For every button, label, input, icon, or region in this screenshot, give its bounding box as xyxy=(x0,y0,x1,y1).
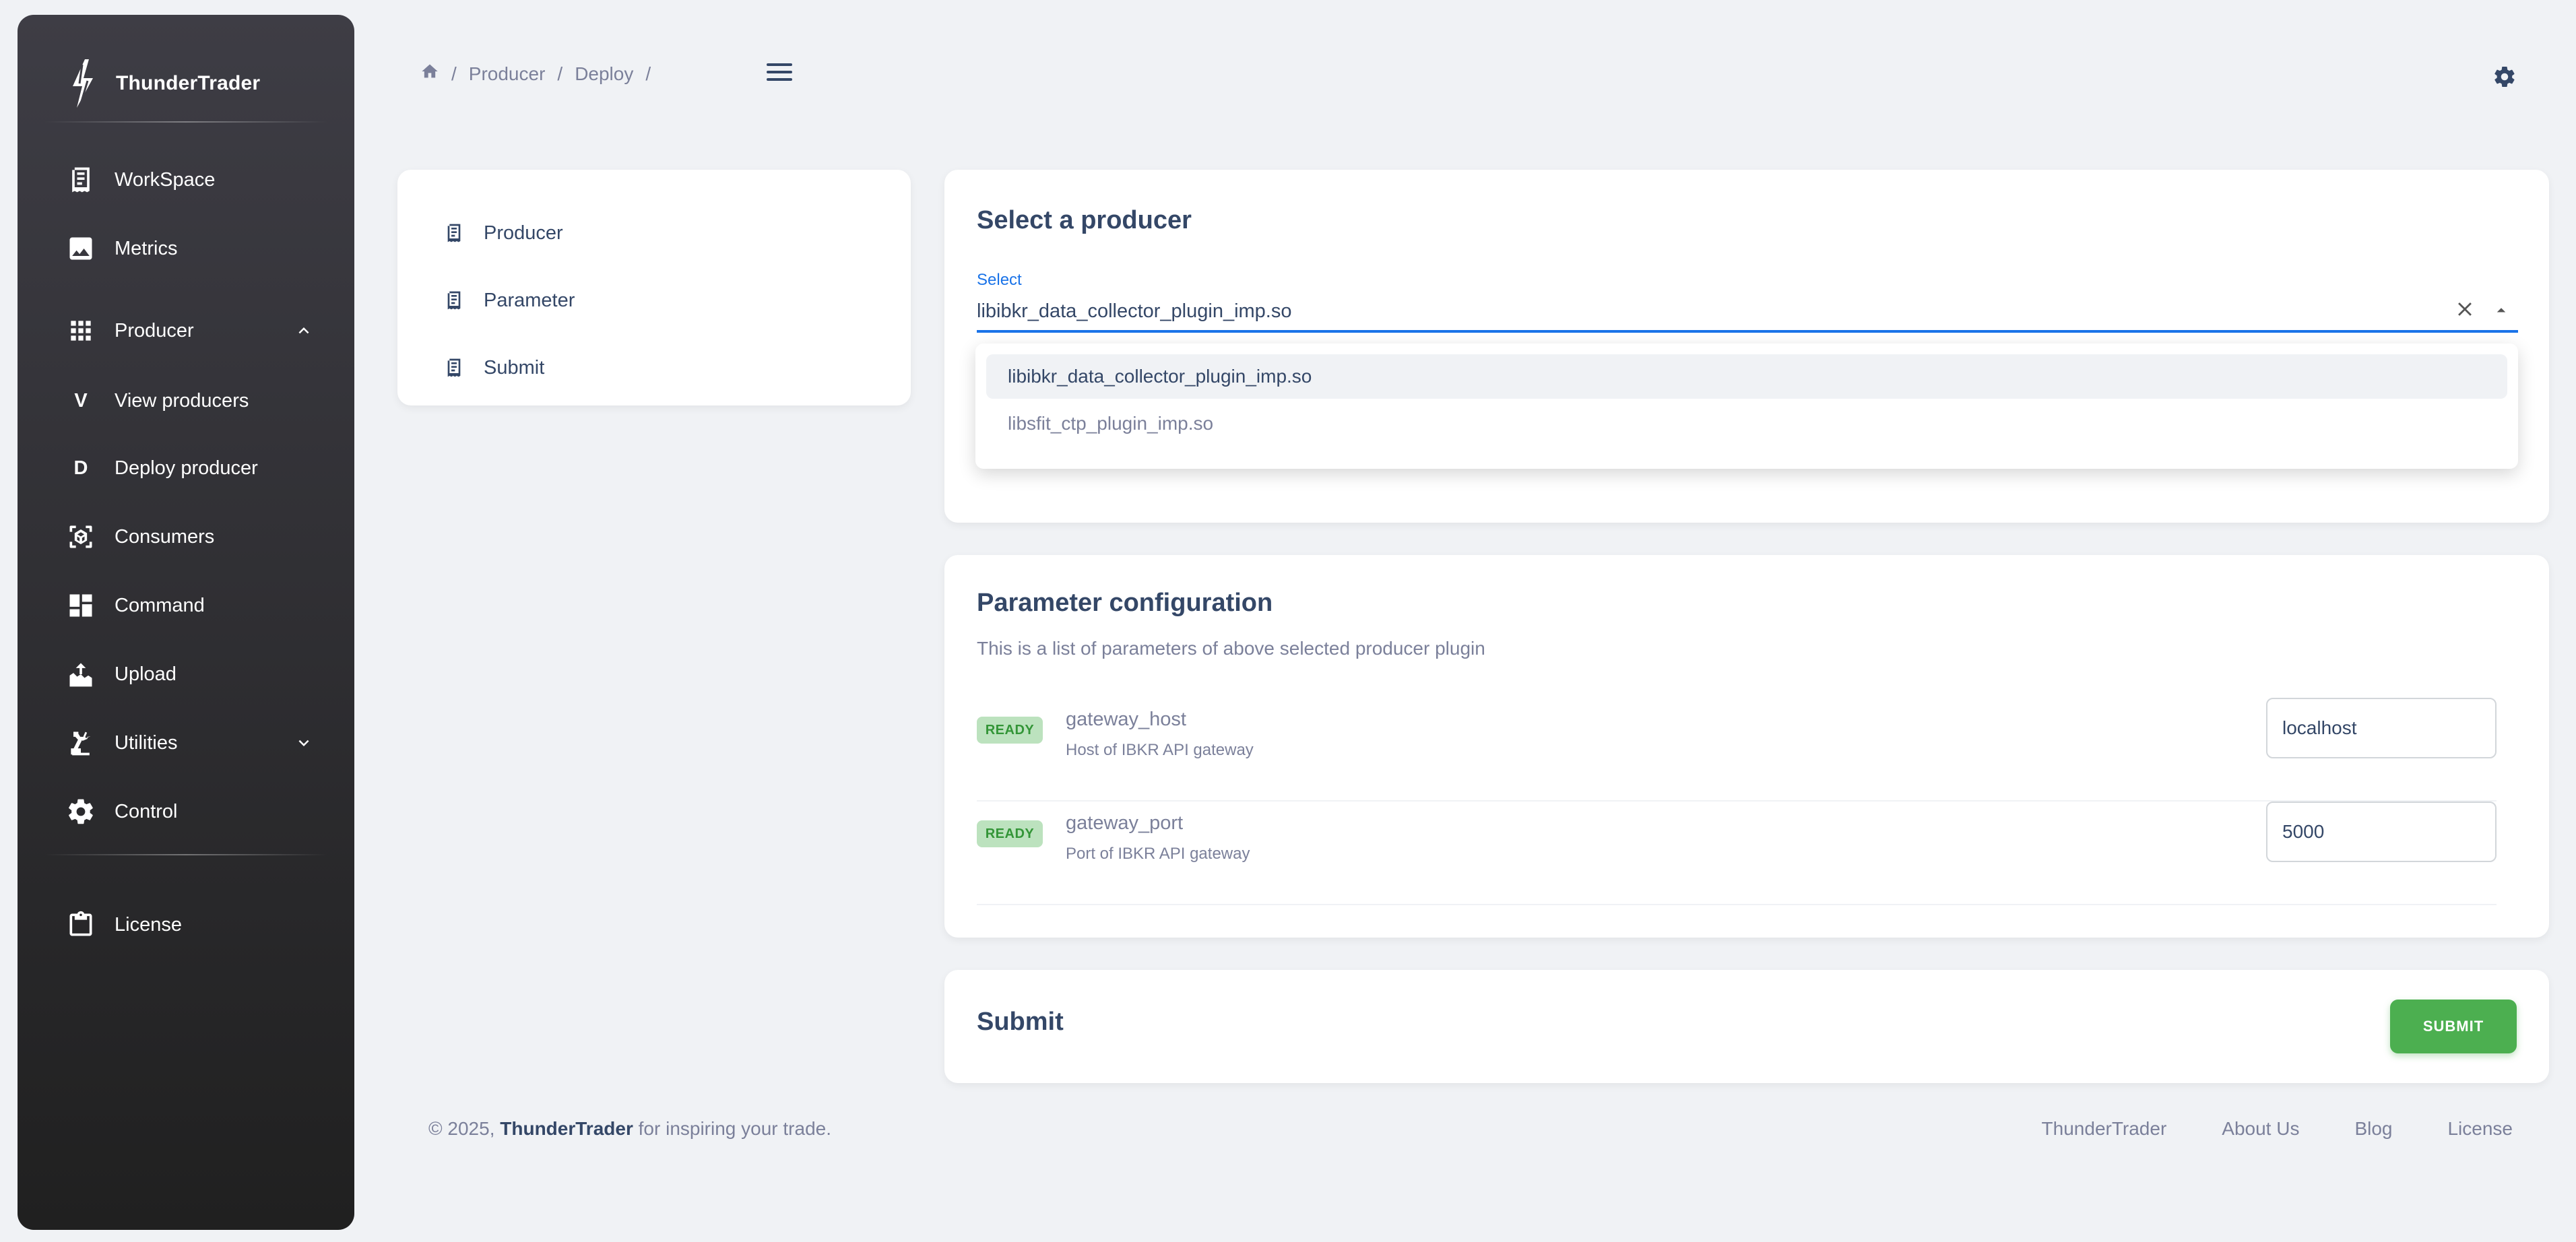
sidebar-item-label: View producers xyxy=(115,389,249,412)
card-title: Submit xyxy=(977,1008,1064,1036)
divider xyxy=(44,854,327,855)
step-label: Parameter xyxy=(484,289,575,311)
footer-link-thundertrader[interactable]: ThunderTrader xyxy=(2042,1118,2167,1140)
sidebar: ThunderTrader WorkSpace Metrics Producer… xyxy=(18,15,354,1230)
sidebar-item-metrics[interactable]: Metrics xyxy=(65,225,314,272)
clipboard-icon xyxy=(65,909,97,941)
footer-copyright: © 2025, ThunderTrader for inspiring your… xyxy=(428,1118,831,1140)
sidebar-item-letter: V xyxy=(74,389,88,412)
param-row: READY gateway_host Host of IBKR API gate… xyxy=(977,698,2497,802)
step-label: Submit xyxy=(484,356,545,379)
step-producer[interactable]: Producer xyxy=(397,199,911,267)
dashboard-icon xyxy=(65,589,97,622)
sidebar-item-label: Metrics xyxy=(115,237,178,259)
sidebar-item-label: License xyxy=(115,913,182,936)
receipt-icon xyxy=(447,224,461,242)
sidebar-item-letter: D xyxy=(73,457,88,479)
producer-select-input[interactable]: libibkr_data_collector_plugin_imp.so xyxy=(977,300,1292,323)
home-icon[interactable] xyxy=(420,62,439,86)
sidebar-item-deploy-producer[interactable]: D Deploy producer xyxy=(65,445,314,492)
card-title: Select a producer xyxy=(977,206,1192,234)
footer-link-about[interactable]: About Us xyxy=(2222,1118,2299,1140)
sidebar-item-label: Consumers xyxy=(115,525,215,548)
steps-card: Producer Parameter Submit xyxy=(397,170,911,405)
step-label: Producer xyxy=(484,222,563,244)
footer-brand-link[interactable]: ThunderTrader xyxy=(500,1118,633,1139)
status-badge: READY xyxy=(977,717,1043,744)
breadcrumb-separator: / xyxy=(451,63,457,84)
sidebar-item-workspace[interactable]: WorkSpace xyxy=(65,156,314,203)
brand[interactable]: ThunderTrader xyxy=(65,57,260,110)
dropdown-option[interactable]: libsfit_ctp_plugin_imp.so xyxy=(986,401,2507,446)
breadcrumb-separator: / xyxy=(645,63,651,84)
param-row: READY gateway_port Port of IBKR API gate… xyxy=(977,802,2497,905)
submit-card: Submit SUBMIT xyxy=(944,970,2549,1083)
precision-manufacturing-icon xyxy=(65,727,97,759)
sidebar-item-license[interactable]: License xyxy=(65,901,314,948)
sidebar-item-label: Deploy producer xyxy=(115,457,258,479)
param-description: Port of IBKR API gateway xyxy=(1066,845,1250,863)
brand-name: ThunderTrader xyxy=(116,72,261,94)
gateway-port-input[interactable] xyxy=(2266,802,2497,862)
step-submit[interactable]: Submit xyxy=(397,334,911,401)
sidebar-item-control[interactable]: Control xyxy=(65,788,314,835)
submit-button[interactable]: SUBMIT xyxy=(2390,1000,2517,1053)
param-description: Host of IBKR API gateway xyxy=(1066,741,1254,759)
sidebar-item-producer[interactable]: Producer xyxy=(65,307,314,354)
sidebar-item-consumers[interactable]: Consumers xyxy=(65,513,314,560)
image-icon xyxy=(65,232,97,265)
footer-prefix: © 2025, xyxy=(428,1118,495,1139)
card-title: Parameter configuration xyxy=(977,589,1273,617)
breadcrumb: / Producer / Deploy / xyxy=(420,62,663,86)
arrow-drop-up-icon[interactable] xyxy=(2491,300,2511,321)
chevron-up-icon xyxy=(294,321,314,341)
receipt-icon xyxy=(447,291,461,310)
sidebar-item-label: Command xyxy=(115,594,205,616)
apps-grid-icon xyxy=(65,315,97,347)
settings-icon xyxy=(65,795,97,828)
bolt-logo-icon xyxy=(73,59,93,108)
card-subtitle: This is a list of parameters of above se… xyxy=(977,638,1485,659)
parameter-configuration-card: Parameter configuration This is a list o… xyxy=(944,555,2549,938)
sidebar-item-view-producers[interactable]: V View producers xyxy=(65,377,314,424)
sidebar-item-label: Utilities xyxy=(115,731,178,754)
upload-tray-icon xyxy=(65,658,97,690)
receipt-icon xyxy=(65,164,97,196)
status-badge: READY xyxy=(977,820,1043,847)
gateway-host-input[interactable] xyxy=(2266,698,2497,758)
step-parameter[interactable]: Parameter xyxy=(397,267,911,334)
chevron-down-icon xyxy=(294,733,314,753)
breadcrumb-producer[interactable]: Producer xyxy=(469,63,546,85)
view-in-ar-icon xyxy=(65,521,97,553)
settings-icon[interactable] xyxy=(2492,65,2517,89)
param-name: gateway_port xyxy=(1066,812,1184,834)
producer-options-dropdown: libibkr_data_collector_plugin_imp.so lib… xyxy=(975,344,2518,469)
dropdown-option[interactable]: libibkr_data_collector_plugin_imp.so xyxy=(986,354,2507,399)
breadcrumb-deploy[interactable]: Deploy xyxy=(575,63,633,85)
sidebar-item-upload[interactable]: Upload xyxy=(65,651,314,698)
sidebar-item-label: Control xyxy=(115,800,178,822)
footer-links: ThunderTrader About Us Blog License xyxy=(1987,1118,2513,1140)
sidebar-item-label: Upload xyxy=(115,663,176,685)
select-underline xyxy=(977,330,2518,333)
param-name: gateway_host xyxy=(1066,709,1186,730)
footer-link-license[interactable]: License xyxy=(2447,1118,2513,1140)
footer-link-blog[interactable]: Blog xyxy=(2354,1118,2392,1140)
breadcrumb-separator: / xyxy=(557,63,563,84)
sidebar-item-utilities[interactable]: Utilities xyxy=(65,719,314,766)
sidebar-item-label: WorkSpace xyxy=(115,168,216,191)
menu-toggle-icon[interactable] xyxy=(767,63,792,84)
receipt-icon xyxy=(447,358,461,377)
select-label: Select xyxy=(977,271,1022,289)
sidebar-item-command[interactable]: Command xyxy=(65,582,314,629)
clear-icon[interactable] xyxy=(2453,298,2476,321)
sidebar-item-label: Producer xyxy=(115,319,194,341)
footer-suffix: for inspiring your trade. xyxy=(638,1118,831,1139)
divider xyxy=(44,121,327,123)
